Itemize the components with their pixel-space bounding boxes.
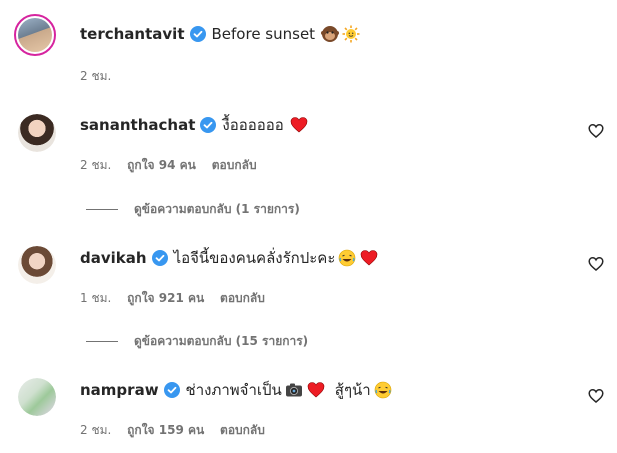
caption-text: Before sunset — [211, 25, 316, 43]
red-heart-emoji-icon — [290, 117, 308, 133]
commenter-avatar[interactable] — [18, 114, 56, 152]
laughing-emoji-icon — [374, 381, 391, 399]
comment-username[interactable]: davikah — [80, 248, 147, 268]
like-heart-icon[interactable] — [588, 388, 604, 404]
like-heart-icon[interactable] — [588, 256, 604, 272]
comment-likes[interactable]: ถูกใจ 159 คน — [127, 423, 204, 437]
comment-meta: 2 ชม. ถูกใจ 159 คน ตอบกลับ — [80, 421, 265, 440]
comment-likes[interactable]: ถูกใจ 921 คน — [127, 291, 204, 305]
comment-likes[interactable]: ถูกใจ 94 คน — [127, 158, 196, 172]
comment-meta: 1 ชม. ถูกใจ 921 คน ตอบกลับ — [80, 289, 265, 308]
reply-button[interactable]: ตอบกลับ — [220, 291, 265, 305]
replies-divider — [86, 341, 118, 342]
comment-time[interactable]: 2 ชม. — [80, 423, 111, 437]
like-heart-icon[interactable] — [588, 123, 604, 139]
comment-username[interactable]: nampraw — [80, 380, 159, 400]
monkey-emoji-icon — [321, 26, 340, 42]
comment-text-2: สู้ๆน้า — [334, 381, 371, 399]
caption-avatar[interactable] — [14, 14, 56, 56]
comment-text: ช่างภาพจำเป็น — [185, 381, 282, 399]
view-replies-label: ดูข้อความตอบกลับ (15 รายการ) — [134, 334, 309, 348]
reply-button[interactable]: ตอบกลับ — [220, 423, 265, 437]
comment-text: งื้ออออออ — [222, 116, 284, 134]
laughing-emoji-icon — [339, 249, 356, 267]
view-replies-label: ดูข้อความตอบกลับ (1 รายการ) — [134, 202, 300, 216]
replies-divider — [86, 209, 118, 210]
comment-text: ไอจีนี้ของคนคลั่งรักปะคะ — [173, 249, 336, 267]
red-heart-emoji-icon — [361, 250, 378, 266]
view-replies-button[interactable]: ดูข้อความตอบกลับ (15 รายการ) — [86, 332, 308, 351]
sun-emoji-icon — [342, 25, 360, 43]
camera-emoji-icon — [285, 383, 302, 397]
reply-button[interactable]: ตอบกลับ — [212, 158, 257, 172]
commenter-avatar[interactable] — [18, 378, 56, 416]
caption-time[interactable]: 2 ชม. — [80, 69, 111, 83]
verified-badge-icon — [151, 250, 168, 266]
red-heart-emoji-icon — [307, 382, 325, 398]
commenter-avatar[interactable] — [18, 246, 56, 284]
verified-badge-icon — [200, 117, 217, 133]
comment-username[interactable]: sananthachat — [80, 115, 195, 135]
caption-meta: 2 ชม. — [80, 67, 111, 86]
comment-time[interactable]: 1 ชม. — [80, 291, 111, 305]
comment-time[interactable]: 2 ชม. — [80, 158, 111, 172]
caption-username[interactable]: terchantavit — [80, 24, 185, 44]
verified-badge-icon — [163, 382, 180, 398]
verified-badge-icon — [189, 26, 206, 42]
comment-meta: 2 ชม. ถูกใจ 94 คน ตอบกลับ — [80, 156, 257, 175]
view-replies-button[interactable]: ดูข้อความตอบกลับ (1 รายการ) — [86, 200, 300, 219]
